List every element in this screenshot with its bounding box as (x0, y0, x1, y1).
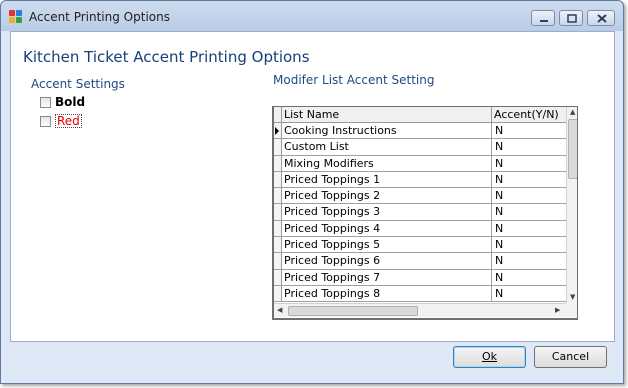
minimize-icon (540, 20, 548, 22)
list-name-cell[interactable]: Priced Toppings 5 (284, 238, 380, 251)
row-selector[interactable] (274, 269, 282, 285)
red-checkbox[interactable] (40, 115, 51, 127)
list-name-cell[interactable]: Priced Toppings 3 (284, 205, 380, 218)
row-selector[interactable] (274, 204, 282, 220)
bold-checkbox-row[interactable]: Bold (40, 94, 85, 110)
horizontal-scroll-thumb[interactable] (288, 306, 418, 316)
title-bar[interactable]: Accent Printing Options (1, 1, 623, 31)
accent-cell[interactable]: N (495, 189, 503, 202)
dialog-window: Accent Printing Options Kitchen Ticket A… (0, 0, 624, 384)
row-selector[interactable] (274, 237, 282, 253)
row-selector[interactable] (274, 285, 282, 302)
accent-settings-label: Accent Settings (31, 77, 125, 91)
horizontal-scrollbar[interactable]: ◀ ▶ (274, 303, 566, 317)
table-row[interactable]: Priced Toppings 5 N (274, 237, 566, 254)
accent-cell[interactable]: N (495, 222, 503, 235)
list-name-cell[interactable]: Custom List (284, 140, 349, 153)
grid-rows: Cooking Instructions N Custom List N Mixing … (274, 123, 566, 303)
dialog-content: Kitchen Ticket Accent Printing Options A… (10, 31, 615, 342)
table-row[interactable]: Cooking Instructions N (274, 123, 566, 140)
cancel-button[interactable]: Cancel (534, 346, 607, 368)
maximize-button[interactable] (559, 10, 583, 26)
bold-checkbox[interactable] (40, 96, 51, 108)
page-title: Kitchen Ticket Accent Printing Options (23, 48, 310, 66)
table-row[interactable]: Priced Toppings 3 N (274, 204, 566, 221)
scroll-right-icon[interactable]: ▶ (555, 306, 560, 314)
list-name-cell[interactable]: Priced Toppings 2 (284, 189, 380, 202)
cancel-button-label: Cancel (551, 350, 590, 363)
grid-header: List Name Accent(Y/N) (274, 107, 566, 123)
accent-cell[interactable]: N (495, 173, 503, 186)
accent-cell[interactable]: N (495, 140, 503, 153)
modifier-list-label: Modifer List Accent Setting (273, 73, 435, 87)
table-row[interactable]: Priced Toppings 1 N (274, 171, 566, 189)
accent-cell[interactable]: N (495, 271, 503, 284)
list-name-cell[interactable]: Priced Toppings 1 (284, 173, 380, 186)
window-title: Accent Printing Options (29, 10, 170, 24)
row-selector[interactable] (274, 123, 282, 139)
column-header-list-name[interactable]: List Name (284, 108, 339, 121)
column-header-accent[interactable]: Accent(Y/N) (494, 108, 559, 121)
list-name-cell[interactable]: Cooking Instructions (284, 124, 397, 137)
row-selector[interactable] (274, 155, 282, 171)
table-row[interactable]: Mixing Modifiers N (274, 155, 566, 172)
scroll-up-icon[interactable]: ▲ (570, 108, 575, 116)
list-name-cell[interactable]: Priced Toppings 6 (284, 254, 380, 267)
list-name-cell[interactable]: Priced Toppings 7 (284, 271, 380, 284)
accent-cell[interactable]: N (495, 287, 503, 300)
accent-cell[interactable]: N (495, 205, 503, 218)
accent-cell[interactable]: N (495, 157, 503, 170)
vertical-scrollbar[interactable]: ▲ ▼ (566, 107, 577, 303)
table-row[interactable]: Priced Toppings 2 N (274, 188, 566, 205)
app-icon (9, 10, 23, 24)
scroll-down-icon[interactable]: ▼ (570, 293, 575, 301)
list-name-cell[interactable]: Priced Toppings 8 (284, 287, 380, 300)
row-selector[interactable] (274, 188, 282, 204)
accent-cell[interactable]: N (495, 238, 503, 251)
vertical-scroll-thumb[interactable] (568, 119, 577, 179)
red-checkbox-row[interactable]: Red (40, 113, 82, 129)
row-selector[interactable] (274, 171, 282, 188)
table-row[interactable]: Priced Toppings 6 N (274, 253, 566, 270)
modifier-list-grid[interactable]: List Name Accent(Y/N) Cooking Instructio… (272, 106, 578, 320)
accent-cell[interactable]: N (495, 254, 503, 267)
list-name-cell[interactable]: Priced Toppings 4 (284, 222, 380, 235)
minimize-button[interactable] (531, 10, 555, 26)
list-name-cell[interactable]: Mixing Modifiers (284, 157, 374, 170)
close-icon (597, 14, 607, 23)
table-row[interactable]: Priced Toppings 7 N (274, 269, 566, 286)
accent-cell[interactable]: N (495, 124, 503, 137)
row-selector[interactable] (274, 220, 282, 237)
maximize-icon (567, 14, 577, 23)
table-row[interactable]: Custom List N (274, 139, 566, 156)
current-row-arrow-icon (275, 127, 279, 135)
red-label: Red (55, 114, 82, 128)
table-row[interactable]: Priced Toppings 8 N (274, 285, 566, 303)
bold-label: Bold (55, 95, 86, 109)
row-selector[interactable] (274, 139, 282, 155)
close-button[interactable] (587, 10, 615, 26)
table-row[interactable]: Priced Toppings 4 N (274, 220, 566, 238)
grid-corner (274, 107, 282, 123)
row-selector[interactable] (274, 253, 282, 269)
scroll-left-icon[interactable]: ◀ (277, 306, 282, 314)
ok-button-label: Ok (481, 350, 498, 363)
ok-button[interactable]: Ok (453, 346, 526, 368)
